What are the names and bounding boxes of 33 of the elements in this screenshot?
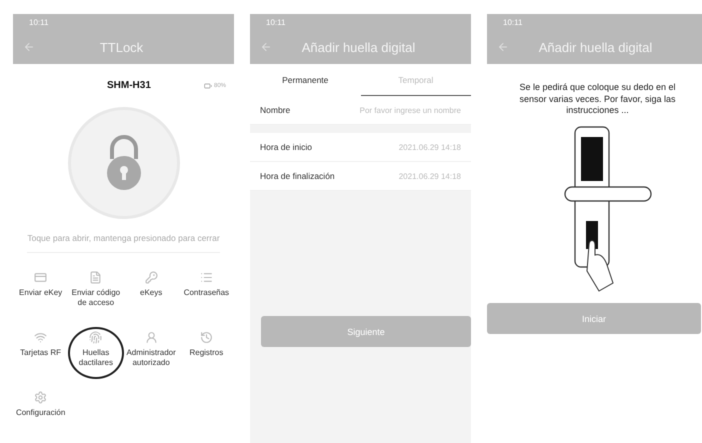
lock-name: SHM-H31: [107, 80, 151, 91]
field-label: Hora de finalización: [260, 171, 335, 181]
back-arrow-icon[interactable]: [260, 41, 272, 53]
screen-title: TTLock: [98, 40, 144, 54]
back-arrow-icon[interactable]: [23, 41, 35, 53]
feature-button[interactable]: Tarjetas RF: [13, 327, 68, 380]
fingerprint-icon: [89, 331, 102, 344]
status-time: 10:11: [28, 17, 50, 29]
settings-icon: [34, 391, 48, 404]
status-time: 10:11: [265, 17, 286, 29]
document-icon: [89, 271, 102, 284]
feature-button[interactable]: Huellas dactilares: [68, 327, 124, 380]
field-label: Nombre: [260, 105, 290, 115]
card-icon: [34, 271, 48, 284]
feature-button[interactable]: Administrador autorizado: [124, 327, 179, 380]
screen-title: Añadir huella digital: [538, 40, 654, 54]
user-icon: [144, 331, 158, 344]
status-time: 10:11: [502, 17, 524, 29]
instruction-text: Se le pedirá que coloque su dedo en el sensor varias veces. Por favor, siga las instrucciones ...: [518, 82, 677, 118]
screen-title: Añadir huella digital: [300, 40, 416, 54]
feature-button[interactable]: Registros: [178, 327, 234, 380]
tab[interactable]: Permanente: [250, 64, 360, 96]
feature-button[interactable]: Contraseñas: [178, 267, 234, 320]
history-icon: [200, 331, 213, 344]
feature-button[interactable]: Enviar eKey: [13, 267, 68, 320]
unlock-hint: Toque para abrir, mantenga presionado para cerrar: [27, 233, 220, 254]
back-arrow-icon[interactable]: [497, 41, 509, 53]
key-icon: [144, 271, 158, 284]
feature-button[interactable]: Configuración: [13, 387, 68, 440]
name-input-field[interactable]: Por favor ingrese un nombre: [336, 106, 461, 114]
feature-button[interactable]: eKeys: [124, 267, 179, 320]
feature-button[interactable]: Enviar código de acceso: [68, 267, 124, 320]
field-label: Hora de inicio: [260, 142, 312, 152]
